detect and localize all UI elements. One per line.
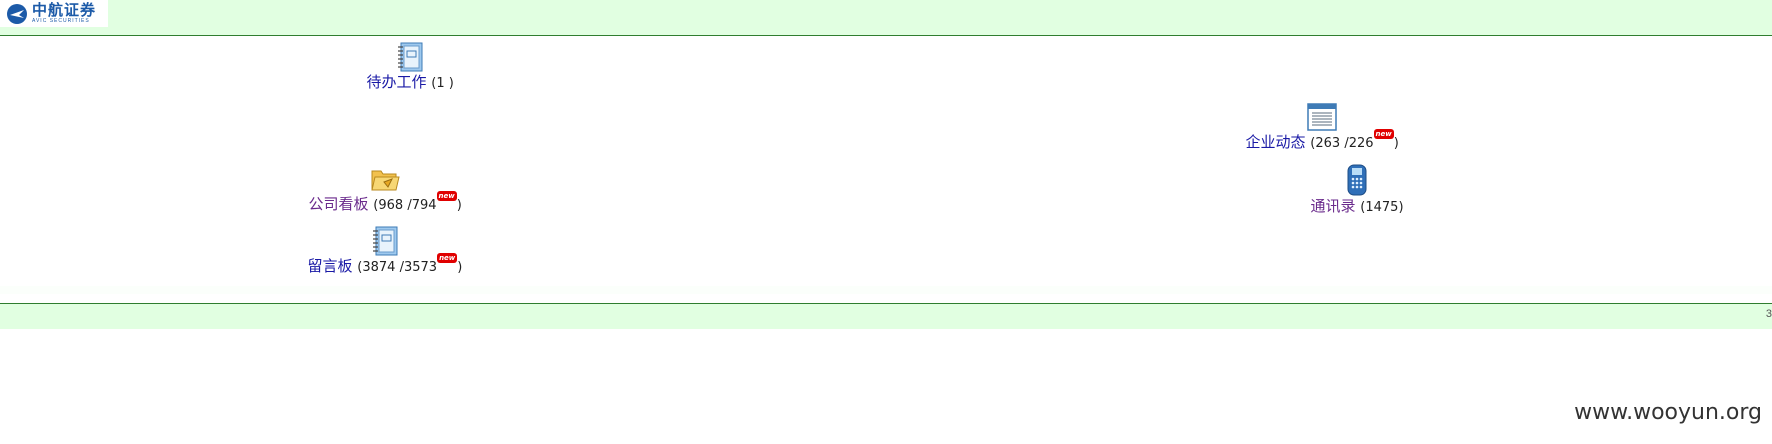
notebook-icon[interactable]: [396, 42, 424, 72]
contacts-item[interactable]: 通讯录 (1475): [1311, 164, 1404, 217]
logo-english-text: AVIC SECURITIES: [32, 18, 90, 24]
todo-item[interactable]: 待办工作 (1 ): [367, 42, 454, 93]
company-logo[interactable]: 中航证券 AVIC SECURITIES: [0, 0, 108, 27]
new-badge-icon: new: [1373, 129, 1394, 139]
message-board-link[interactable]: 留言板: [308, 257, 353, 275]
new-badge-icon: new: [437, 253, 458, 263]
contacts-count: (1475): [1360, 200, 1404, 215]
message-board-item[interactable]: 留言板 (3874 /3573new): [308, 226, 463, 277]
document-list-icon[interactable]: [1307, 102, 1337, 132]
folder-icon[interactable]: [370, 164, 400, 194]
company-board-count-close: ): [456, 198, 462, 213]
message-board-count: (3874 /3573: [357, 260, 438, 275]
todo-link[interactable]: 待办工作: [367, 73, 427, 91]
enterprise-news-count-close: ): [1393, 136, 1399, 151]
content-bottom-strip: [0, 286, 1772, 294]
company-board-count: (968 /794: [373, 198, 437, 213]
main-content: [0, 36, 1772, 293]
contacts-link[interactable]: 通讯录: [1311, 197, 1356, 215]
notebook-icon[interactable]: [371, 226, 399, 256]
status-bar: 3: [0, 303, 1772, 329]
company-board-item[interactable]: 公司看板 (968 /794new): [309, 164, 462, 215]
status-text: 3: [1765, 308, 1772, 320]
enterprise-news-count: (263 /226: [1310, 136, 1374, 151]
enterprise-news-item[interactable]: 企业动态 (263 /226new): [1246, 102, 1399, 153]
airplane-logo-icon: [7, 3, 27, 24]
watermark-text: www.wooyun.org: [1574, 400, 1762, 425]
company-board-link[interactable]: 公司看板: [309, 195, 369, 213]
logo-chinese-text: 中航证券: [32, 1, 97, 19]
enterprise-news-link[interactable]: 企业动态: [1246, 133, 1306, 151]
new-badge-icon: new: [436, 191, 457, 201]
todo-count: (1 ): [431, 76, 454, 91]
top-bar: 中航证券 AVIC SECURITIES: [0, 0, 1772, 36]
phone-icon[interactable]: [1346, 164, 1368, 196]
message-board-count-close: ): [457, 260, 463, 275]
